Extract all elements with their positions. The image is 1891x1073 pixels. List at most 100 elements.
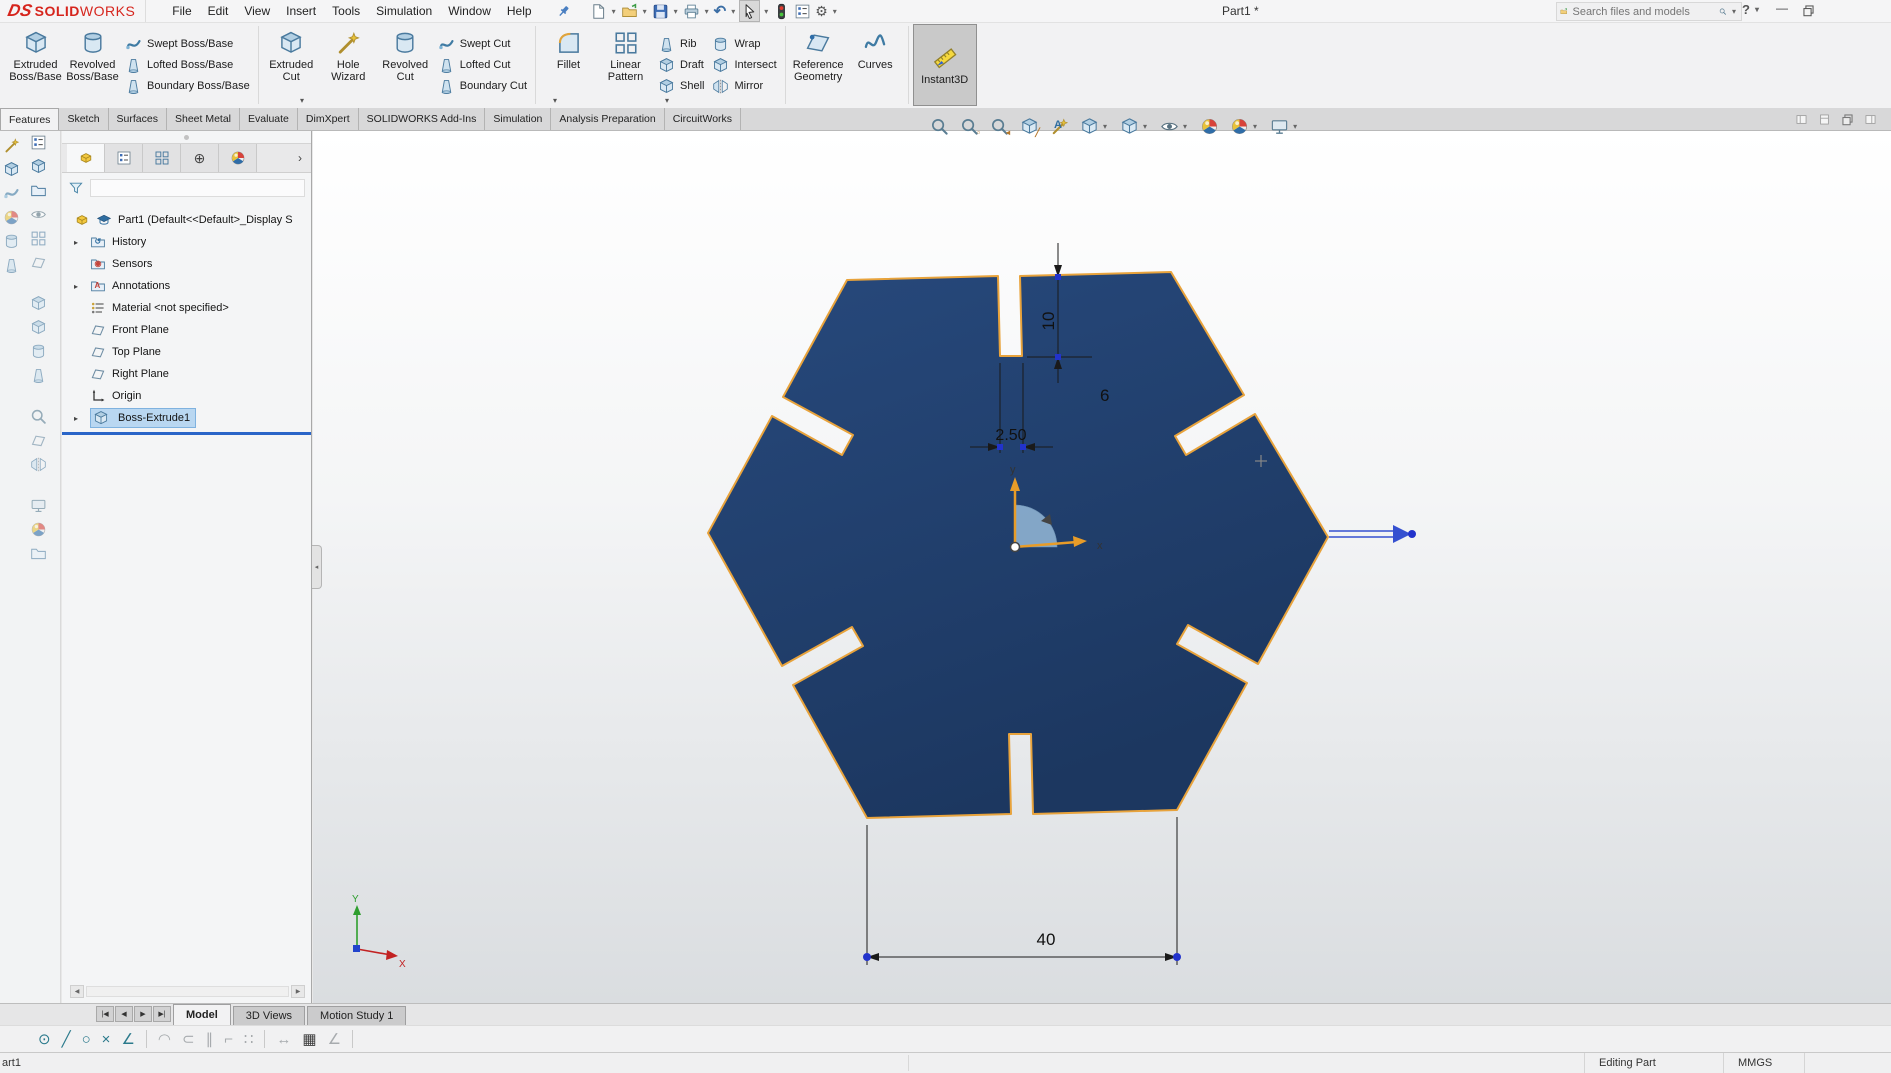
boundary-boss-base-button[interactable]: Boundary Boss/Base [125,76,250,96]
tree-item-annotations[interactable]: ▸ A Annotations [62,275,311,297]
performance-traffic-light-icon[interactable] [772,1,791,21]
boundary-cut-button[interactable]: Boundary Cut [438,76,527,96]
tree-item-sensors[interactable]: ◉ Sensors [62,253,311,275]
sketch-point[interactable] [1055,274,1061,280]
options-gear-icon[interactable]: ⚙ [814,1,829,21]
grid-system-icon[interactable]: ▦ [302,1030,316,1048]
pane-split-icon[interactable] [1818,113,1831,126]
left-toolbar-icon[interactable] [30,206,47,223]
left-toolbar-icon[interactable] [30,158,47,175]
point-circle-icon[interactable]: ⊙ [38,1030,51,1048]
menu-view[interactable]: View [236,1,278,21]
previous-view-icon[interactable]: ◂ [990,117,1010,137]
tab-features[interactable]: Features [0,108,60,130]
open-dropdown-arrow[interactable]: ▾ [641,7,649,16]
extruded-boss-base-button[interactable]: Extruded Boss/Base [7,24,64,106]
smart-dimension-icon[interactable]: ↔ [276,1031,291,1048]
undo-icon[interactable]: ↶ [713,1,728,21]
fillet-button[interactable]: Fillet [540,24,597,106]
left-toolbar-icon[interactable] [30,408,47,425]
featuremanager-tree-tab[interactable] [67,144,105,172]
offset-entities-icon[interactable]: ∥ [206,1030,214,1048]
expand-arrow-icon[interactable]: ▸ [74,238,90,247]
tree-item-origin[interactable]: Origin [62,385,311,407]
sketch-point[interactable] [997,444,1003,450]
tab-3d-views[interactable]: 3D Views [232,1006,306,1025]
curves-button[interactable]: Curves [847,24,904,106]
menu-tools[interactable]: Tools [324,1,368,21]
save-dropdown-arrow[interactable]: ▾ [672,7,680,16]
sketch-point[interactable] [863,953,871,961]
intersect-button[interactable]: Intersect [712,55,777,75]
tree-item-history[interactable]: ▸ ↺ History [62,231,311,253]
open-document-icon[interactable] [620,1,639,21]
menu-window[interactable]: Window [440,1,499,21]
menu-file[interactable]: File [164,1,199,21]
left-toolbar-icon[interactable] [3,161,20,178]
select-dropdown-arrow[interactable]: ▾ [762,7,770,16]
first-tab-icon[interactable]: |◀ [96,1006,114,1022]
menu-edit[interactable]: Edit [200,1,237,21]
line-icon[interactable]: ╱ [62,1030,71,1048]
options-dropdown-arrow[interactable]: ▾ [831,7,839,16]
left-toolbar-icon[interactable] [30,182,47,199]
dimxpertmanager-tab[interactable]: ⊕ [181,144,219,172]
filter-funnel-icon[interactable] [68,180,84,196]
draft-button[interactable]: Draft [658,55,704,75]
angle-dimension-icon[interactable]: ∠ [328,1030,341,1048]
apply-scene-dropdown-arrow[interactable]: ▾ [1251,122,1259,131]
left-toolbar-icon[interactable] [3,209,20,226]
left-toolbar-icon[interactable] [30,134,47,151]
pane-expand-icon[interactable] [1864,113,1877,126]
help-dropdown-arrow[interactable]: ▾ [1753,5,1761,14]
sketch-point[interactable] [1173,953,1181,961]
wrap-button[interactable]: Wrap [712,34,776,54]
restore-window-icon[interactable] [1802,4,1815,17]
pin-icon[interactable] [554,1,573,21]
tree-item-right-plane[interactable]: Right Plane [62,363,311,385]
next-tab-icon[interactable]: ▶ [134,1006,152,1022]
propertymanager-tab[interactable] [105,144,143,172]
view-orientation-icon[interactable] [1080,117,1099,136]
edit-appearance-icon[interactable] [1200,117,1219,136]
instant3d-button[interactable]: Instant3D [912,24,977,106]
menu-simulation[interactable]: Simulation [368,1,440,21]
menu-insert[interactable]: Insert [278,1,324,21]
left-toolbar-icon[interactable] [30,343,47,360]
left-toolbar-icon[interactable] [30,367,47,384]
help-button[interactable]: ? ▾ [1742,2,1761,17]
ribbon-overflow-arrow[interactable]: ▾ [553,96,557,105]
view-settings-dropdown-arrow[interactable]: ▾ [1291,122,1299,131]
scroll-left-icon[interactable]: ◀ [70,984,84,998]
mirror-entities-icon[interactable]: ⊂ [182,1030,195,1048]
hide-show-items-icon[interactable] [1160,117,1179,136]
view-orientation-dropdown-arrow[interactable]: ▾ [1101,122,1109,131]
sketch-chamfer-icon[interactable]: ∠ [121,1030,134,1048]
search-input[interactable] [1570,4,1717,19]
tab-sheet-metal[interactable]: Sheet Metal [166,108,241,130]
reference-geometry-button[interactable]: Reference Geometry [790,24,847,106]
select-tool-icon[interactable] [739,0,761,22]
displaymanager-tab[interactable] [219,144,257,172]
ribbon-overflow-arrow[interactable]: ▾ [300,96,304,105]
selected-tree-item[interactable]: Boss-Extrude1 [90,408,197,428]
left-toolbar-icon[interactable] [30,545,47,562]
left-toolbar-icon[interactable] [3,137,20,154]
zoom-to-fit-icon[interactable] [930,117,949,136]
linear-pattern-button[interactable]: Linear Pattern [597,24,654,106]
panel-drag-handle[interactable] [184,135,189,140]
origin-point[interactable] [1009,541,1021,553]
search-icon[interactable] [1719,5,1726,18]
tab-dimxpert[interactable]: DimXpert [297,108,359,130]
dim-text-10[interactable]: 10 [1039,312,1058,331]
display-style-icon[interactable] [1120,117,1139,136]
apply-scene-icon[interactable] [1230,117,1249,136]
display-style-dropdown-arrow[interactable]: ▾ [1141,122,1149,131]
left-toolbar-icon[interactable] [3,233,20,250]
revolved-cut-button[interactable]: Revolved Cut [377,24,434,106]
tree-item-material[interactable]: Material <not specified> [62,297,311,319]
circle-icon[interactable]: ○ [82,1031,91,1048]
view-settings-icon[interactable] [1270,117,1289,136]
tree-item-front-plane[interactable]: Front Plane [62,319,311,341]
print-icon[interactable] [682,1,701,21]
